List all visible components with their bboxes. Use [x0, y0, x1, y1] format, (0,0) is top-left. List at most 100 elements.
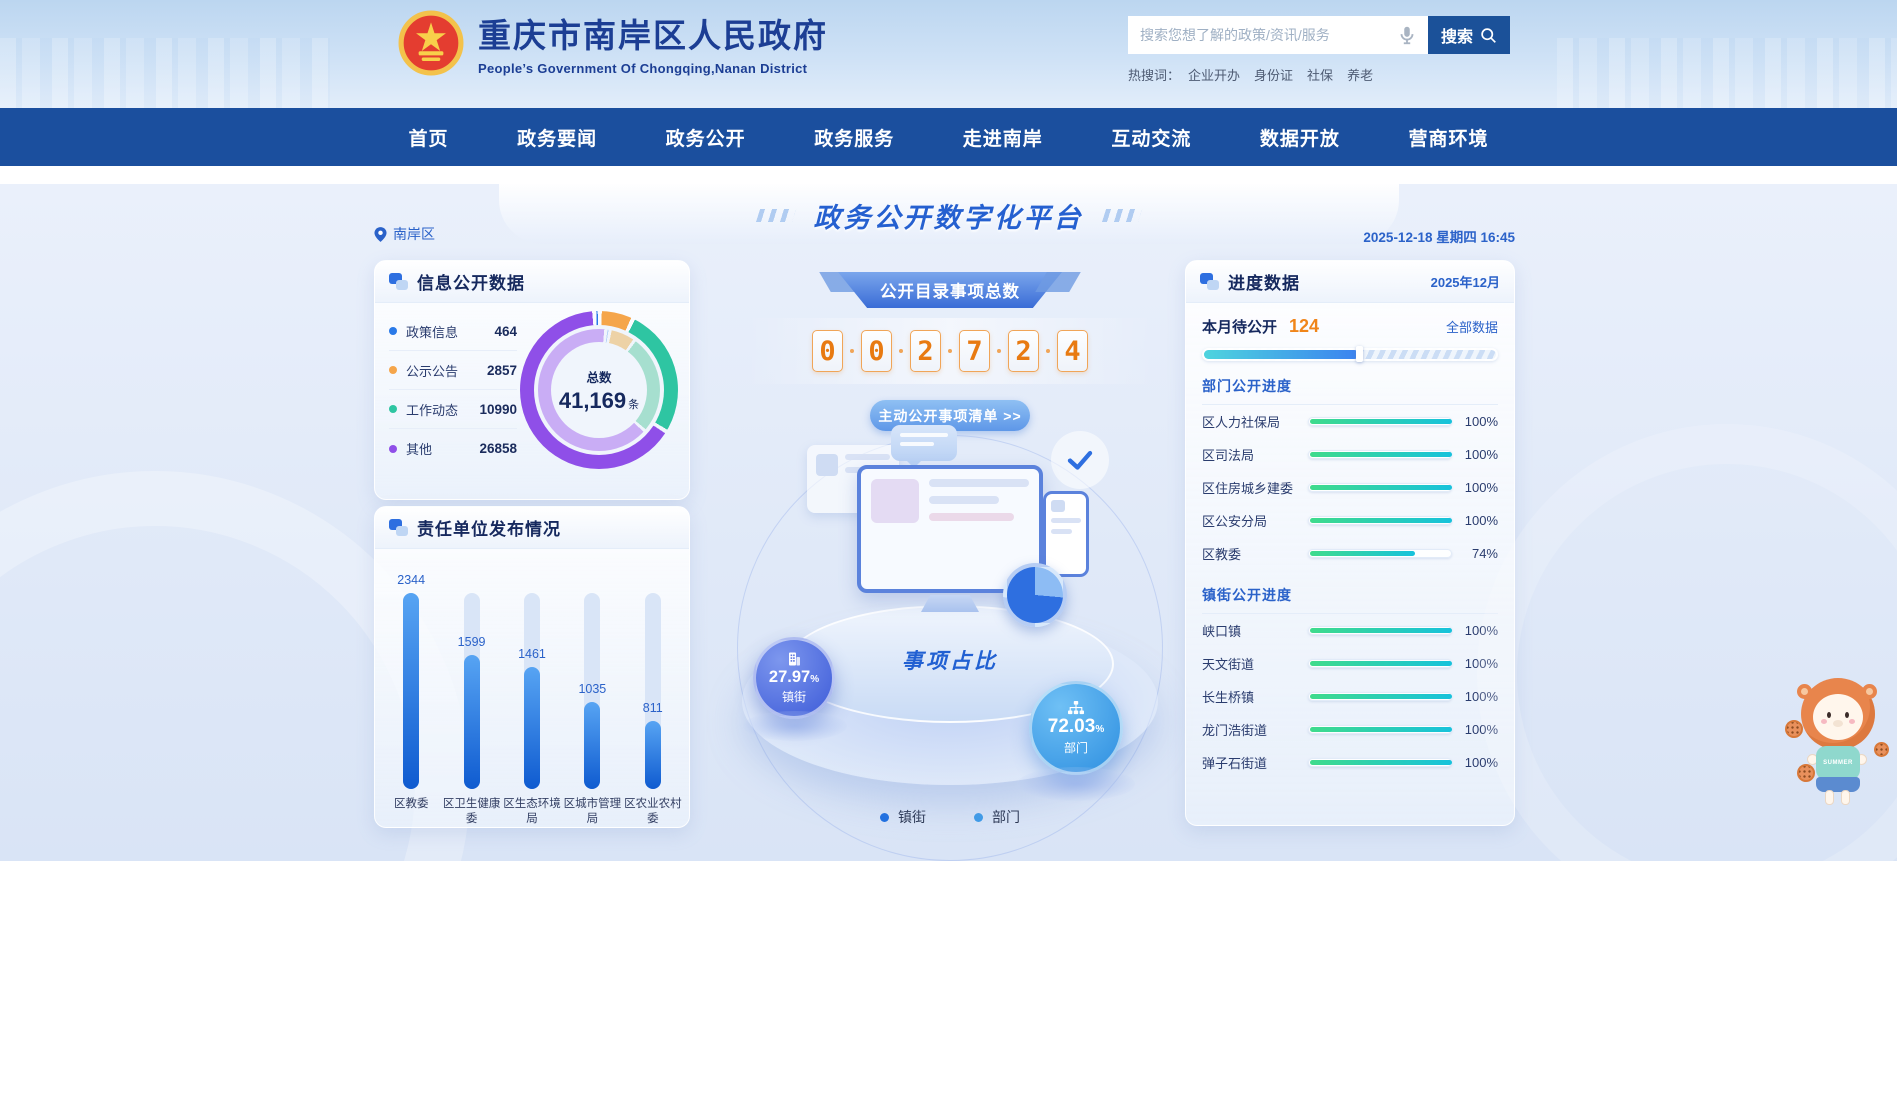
- counter-digit: 7: [959, 330, 990, 372]
- panel-header: 信息公开数据: [375, 261, 689, 303]
- pie-chart-icon: [1003, 563, 1067, 627]
- legend-dot: [389, 405, 397, 413]
- nav-item-数据开放[interactable]: 数据开放: [1254, 120, 1346, 155]
- legend-name: 政策信息: [406, 322, 494, 341]
- region-selector[interactable]: 南岸区: [374, 224, 435, 244]
- counter-digit: 2: [1008, 330, 1039, 372]
- lion-ear: [1862, 684, 1877, 699]
- progress-row-percent: 100%: [1452, 447, 1498, 462]
- magnifier-icon: [1480, 27, 1497, 44]
- donut-chart: 总数 41,169条: [517, 311, 681, 469]
- progress-row: 区人力社保局100%: [1202, 405, 1498, 438]
- hot-word[interactable]: 养老: [1347, 68, 1373, 83]
- site-subtitle: People’s Government Of Chongqing,Nanan D…: [478, 61, 828, 76]
- nav-item-政务服务[interactable]: 政务服务: [808, 120, 900, 155]
- progress-row-percent: 100%: [1452, 623, 1498, 638]
- lion-face: [1813, 694, 1863, 740]
- nav-item-政务要闻[interactable]: 政务要闻: [511, 120, 603, 155]
- progress-section-title: 部门公开进度: [1202, 376, 1498, 405]
- departments-percent: 72.03%: [1048, 717, 1104, 738]
- bar-column: 1461: [503, 593, 561, 789]
- progress-row-track: [1308, 758, 1452, 767]
- hot-word[interactable]: 企业开办: [1188, 68, 1240, 83]
- city-skyline-right: [1557, 38, 1897, 108]
- main-nav: 首页 政务要闻 政务公开 政务服务 走进南岸 互动交流 数据开放 营商环境: [0, 108, 1897, 166]
- towns-label: 镇街: [782, 688, 806, 705]
- bar-category-label: 区城市管理局: [562, 797, 622, 827]
- progress-row-name: 长生桥镇: [1202, 687, 1308, 706]
- legend-dot: [389, 445, 397, 453]
- progress-row-percent: 100%: [1452, 656, 1498, 671]
- lion-leg: [1841, 790, 1850, 805]
- progress-row-fill: [1310, 551, 1415, 556]
- info-open-data-panel: 信息公开数据 政策信息464公示公告2857工作动态10990其他26858 总…: [374, 260, 690, 500]
- progress-row-track: [1308, 450, 1452, 459]
- bar-value-label: 1035: [578, 682, 606, 696]
- cookie-deco: [1797, 764, 1815, 782]
- hot-word[interactable]: 社保: [1307, 68, 1333, 83]
- bar-fill: [464, 655, 480, 789]
- hot-word[interactable]: 身份证: [1254, 68, 1293, 83]
- bubble-pedestal: [743, 711, 847, 741]
- bar-category-label: 区教委: [381, 797, 441, 827]
- progress-row-fill: [1310, 694, 1452, 699]
- progress-row-fill: [1310, 760, 1452, 765]
- legend-name: 公示公告: [406, 361, 487, 380]
- departments-label: 部门: [1064, 739, 1088, 756]
- nav-item-互动交流[interactable]: 互动交流: [1105, 120, 1197, 155]
- legend-name: 工作动态: [406, 400, 479, 419]
- counter-digit: 0: [861, 330, 892, 372]
- progress-row-name: 峡口镇: [1202, 621, 1308, 640]
- bar-fill: [584, 702, 600, 789]
- cookie-deco: [1785, 720, 1803, 738]
- region-label: 南岸区: [393, 224, 435, 244]
- donut-legend: 政策信息464公示公告2857工作动态10990其他26858: [389, 312, 517, 468]
- progress-row: 长生桥镇 100%: [1202, 680, 1498, 713]
- search-button[interactable]: 搜索: [1428, 16, 1510, 54]
- progress-row-track: [1308, 417, 1452, 426]
- legend-row: 其他26858: [389, 429, 517, 468]
- unit-publish-panel: 责任单位发布情况 2344159914611035811 区教委区卫生健康委区生…: [374, 506, 690, 828]
- nav-item-首页[interactable]: 首页: [403, 120, 455, 155]
- progress-row-percent: 100%: [1452, 689, 1498, 704]
- main-content: 政务公开数字化平台 南岸区 2025-12-18 星期四 16:45 信息公开数…: [0, 166, 1897, 861]
- site-logo-link[interactable]: 重庆市南岸区人民政府 People’s Government Of Chongq…: [398, 9, 828, 76]
- progress-row-fill: [1310, 452, 1452, 457]
- progress-row-track: [1308, 659, 1452, 668]
- month-progress-fill: [1204, 350, 1359, 359]
- total-unit: 条: [628, 399, 639, 411]
- page-title: 政务公开数字化平台: [814, 196, 1084, 235]
- progress-row-track: [1308, 626, 1452, 635]
- nav-item-营商环境[interactable]: 营商环境: [1402, 120, 1494, 155]
- search-input[interactable]: [1128, 16, 1428, 54]
- monitor-stand: [921, 595, 979, 612]
- progress-row: 区司法局100%: [1202, 438, 1498, 471]
- legend-row: 工作动态10990: [389, 390, 517, 429]
- mascot-assistant[interactable]: SUMMER: [1785, 658, 1889, 810]
- progress-row-fill: [1310, 419, 1452, 424]
- month-progress-handle[interactable]: [1356, 346, 1363, 362]
- voice-search-icon[interactable]: [1396, 24, 1418, 46]
- all-data-link[interactable]: 全部数据: [1446, 317, 1498, 336]
- checkmark-icon: [1051, 431, 1109, 489]
- progress-row-percent: 100%: [1452, 480, 1498, 495]
- progress-row-track: [1308, 725, 1452, 734]
- nav-item-走进南岸[interactable]: 走进南岸: [957, 120, 1049, 155]
- panel-title: 责任单位发布情况: [417, 515, 561, 540]
- progress-row-name: 龙门浩街道: [1202, 720, 1308, 739]
- donut-outer-ring: 总数 41,169条: [520, 311, 678, 469]
- nav-item-政务公开[interactable]: 政务公开: [660, 120, 752, 155]
- dashboard-board: 政务公开数字化平台 南岸区 2025-12-18 星期四 16:45 信息公开数…: [0, 184, 1897, 861]
- progress-row-name: 区住房城乡建委: [1202, 478, 1308, 497]
- panel-header: 进度数据 2025年12月: [1186, 261, 1514, 303]
- national-emblem-icon: [398, 10, 464, 76]
- progress-section-title: 镇街公开进度: [1202, 585, 1498, 614]
- bar-category-label: 区农业农村委: [623, 797, 683, 827]
- legend-value: 464: [494, 324, 517, 339]
- progress-row-name: 弹子石街道: [1202, 753, 1308, 772]
- bubble-pedestal: [1017, 767, 1135, 801]
- panel-header: 责任单位发布情况: [375, 507, 689, 549]
- total-items-counter: 002724: [745, 318, 1155, 384]
- bar-chart: 2344159914611035811: [375, 549, 689, 789]
- progress-row: 区公安分局100%: [1202, 504, 1498, 537]
